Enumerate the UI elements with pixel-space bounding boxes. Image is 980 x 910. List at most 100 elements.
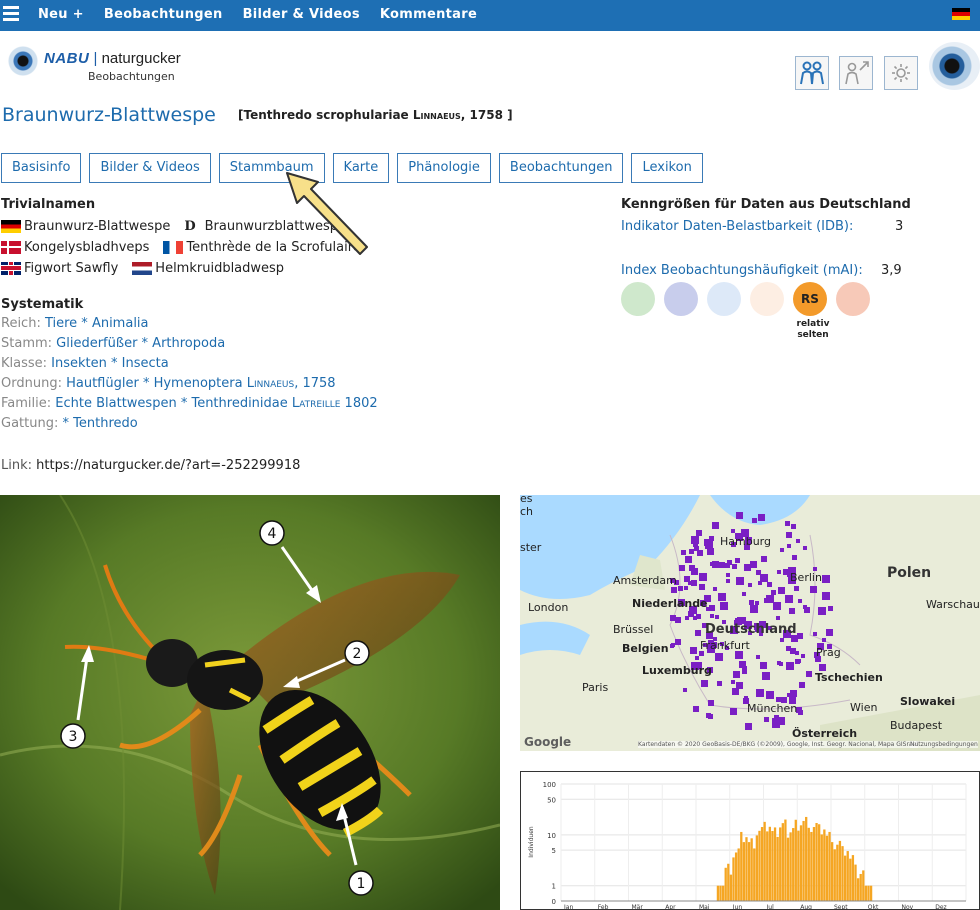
observation-dot [731, 680, 735, 684]
observation-dot [791, 524, 796, 529]
observation-dot [801, 654, 805, 658]
german-flag-icon [1, 220, 21, 233]
observation-dot [710, 562, 714, 566]
observation-dot [818, 607, 826, 615]
chart-bar [773, 827, 777, 901]
observation-dot [810, 586, 817, 593]
city-bruessel: Brüssel [613, 623, 654, 636]
observation-dot [756, 689, 764, 697]
tab-phaenologie[interactable]: Phänologie [397, 153, 491, 183]
chart-bar [755, 835, 759, 901]
observation-dot [744, 696, 748, 700]
chart-bar [734, 852, 738, 901]
nav-kommentare[interactable]: Kommentare [380, 7, 477, 22]
tab-lexikon[interactable]: Lexikon [631, 153, 703, 183]
permalink: Link: https://naturgucker.de/?art=-25229… [1, 458, 301, 473]
profile-share-button[interactable] [839, 56, 873, 90]
taxonomy-row: Klasse: Insekten * Insecta [1, 356, 169, 371]
distribution-map[interactable]: es ch ster Amsterdam Niederlande London … [520, 495, 980, 751]
menu-icon[interactable] [3, 6, 19, 22]
observation-dot [790, 690, 797, 697]
x-tick-label: Dez [935, 904, 946, 909]
language-flag-icon[interactable] [952, 8, 970, 20]
chart-bar [849, 858, 852, 901]
chart-bar [836, 844, 839, 901]
observation-dot [690, 647, 697, 654]
chart-bar [825, 835, 829, 901]
x-tick-label: Mai [699, 904, 710, 909]
taxon-link[interactable]: Insekten * Insecta [51, 356, 169, 371]
taxon-link[interactable]: Echte Blattwespen * Tenthredinidae Latre… [55, 396, 377, 411]
people-icon [800, 61, 824, 85]
observation-dot [742, 592, 746, 596]
mai-value: 3,9 [881, 263, 902, 278]
phenology-chart[interactable]: 100 50 10 5 1 0 Individuen Jan Feb Mär Apr Mai Jun Ju… [520, 771, 980, 910]
observation-dot [713, 587, 717, 591]
observation-dot [693, 706, 699, 712]
nav-neu[interactable]: Neu + [38, 7, 84, 22]
idb-link[interactable]: Indikator Daten-Belastbarkeit (IDB): [621, 219, 853, 234]
y-tick-label: 1 [552, 883, 556, 891]
frequency-scale: RS [621, 282, 870, 316]
observation-dot [688, 611, 694, 617]
observation-dot [789, 608, 795, 614]
taxon-link[interactable]: Gliederfüßer * Arthropoda [56, 336, 225, 351]
frequency-circle [836, 282, 870, 316]
taxon-link[interactable]: Tiere * Animalia [45, 316, 149, 331]
x-tick-label: Feb [598, 904, 609, 909]
observation-dot [699, 584, 705, 590]
frequency-circle-active: RS [793, 282, 827, 316]
community-button[interactable] [795, 56, 829, 90]
taxon-link[interactable]: Hautflügler * Hymenoptera Linnaeus, 1758 [66, 376, 335, 391]
y-axis-label: Individuen [528, 826, 535, 858]
chart-bar [724, 867, 727, 901]
city-prag: Prag [816, 646, 841, 659]
danish-flag-icon [1, 241, 21, 254]
google-logo: Google [524, 735, 572, 749]
mai-link[interactable]: Index Beobachtungshäufigkeit (mAI): [621, 263, 863, 278]
chart-bar [758, 830, 761, 901]
y-tick-label: 0 [552, 898, 556, 906]
y-tick-label: 5 [552, 847, 556, 855]
uk-flag-icon [1, 262, 21, 275]
species-photo[interactable]: 1 2 3 4 [0, 495, 500, 910]
observation-dot [756, 655, 760, 659]
nav-bilder-videos[interactable]: Bilder & Videos [243, 7, 360, 22]
observation-dot [683, 688, 687, 692]
y-tick-label: 10 [547, 832, 556, 840]
observation-dot [731, 529, 735, 533]
observation-dot [780, 548, 784, 552]
chart-bar [745, 837, 748, 901]
map-attribution: Kartendaten © 2020 GeoBasis-DE/BKG (©200… [638, 741, 918, 748]
chart-bar [843, 855, 847, 901]
permalink-url[interactable]: https://naturgucker.de/?art=-252299918 [36, 458, 300, 473]
observation-dot [803, 605, 807, 609]
taxonomy-row: Stamm: Gliederfüßer * Arthropoda [1, 336, 226, 351]
observation-dot [796, 539, 800, 543]
city-wien: Wien [850, 701, 878, 714]
nav-beobachtungen[interactable]: Beobachtungen [104, 7, 223, 22]
observation-dot [695, 656, 699, 660]
observation-dot [786, 532, 792, 538]
chart-bar [841, 846, 844, 901]
chart-bar [763, 821, 766, 901]
taxonomy-row: Reich: Tiere * Animalia [1, 316, 149, 331]
eye-logo-icon [8, 46, 38, 76]
city-muenchen: München [747, 702, 798, 715]
observation-dot [675, 639, 681, 645]
chart-bar [727, 863, 730, 901]
settings-button[interactable] [884, 56, 918, 90]
chart-bar [820, 834, 823, 901]
chart-bar [753, 848, 756, 901]
chart-bar [838, 840, 842, 901]
name-dk: Kongelysbladhveps [24, 240, 150, 255]
svg-text:2: 2 [353, 646, 362, 662]
tab-beobachtungen[interactable]: Beobachtungen [498, 153, 624, 183]
observation-dot [753, 561, 757, 565]
tab-basisinfo[interactable]: Basisinfo [1, 153, 82, 183]
country-oesterreich: Österreich [792, 727, 858, 740]
taxon-link[interactable]: * Tenthredo [63, 416, 138, 431]
svg-text:1: 1 [357, 876, 366, 892]
tab-bilder-videos[interactable]: Bilder & Videos [89, 153, 211, 183]
map-terms-link[interactable]: Nutzungsbedingungen [910, 741, 978, 748]
